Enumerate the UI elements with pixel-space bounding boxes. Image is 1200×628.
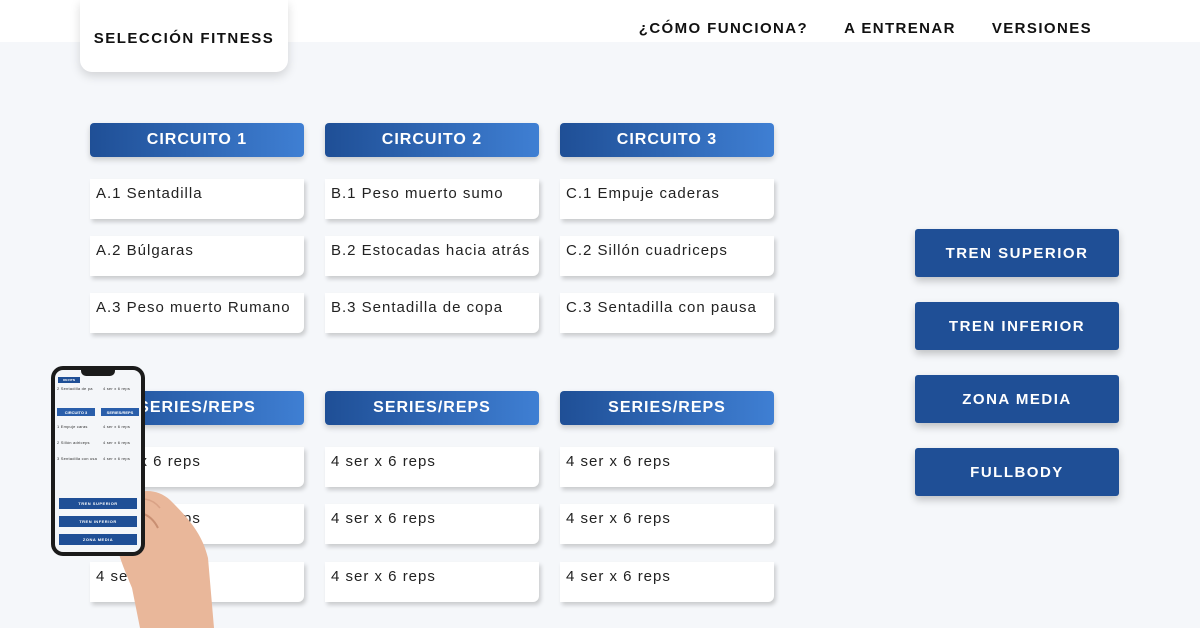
mini-text: 4 ser x 6 reps bbox=[103, 440, 131, 445]
mini-text: 1 Empuje caras bbox=[57, 424, 88, 429]
series-cell: 4 ser x 6 reps bbox=[325, 504, 539, 544]
brand-title: SELECCIÓN FITNESS bbox=[93, 29, 275, 47]
circuit-3-header: CIRCUITO 3 bbox=[560, 123, 774, 157]
mini-button: TREN INFERIOR bbox=[59, 516, 137, 527]
tren-superior-button[interactable]: TREN SUPERIOR bbox=[915, 229, 1119, 277]
brand-card[interactable]: SELECCIÓN FITNESS bbox=[80, 0, 288, 72]
exercise-cell: B.3 Sentadilla de copa bbox=[325, 293, 539, 333]
nav-link-como-funciona[interactable]: ¿CÓMO FUNCIONA? bbox=[639, 20, 808, 37]
mini-text: 2 Sentadilla de pa bbox=[57, 386, 93, 391]
exercise-cell: C.2 Sillón cuadriceps bbox=[560, 236, 774, 276]
mini-header: SERIES/REPS bbox=[101, 408, 139, 416]
mini-text: 2 Sillón adriceps bbox=[57, 440, 90, 445]
series-cell: 4 ser x 6 reps bbox=[560, 447, 774, 487]
mini-button: ZONA MEDIA bbox=[59, 534, 137, 545]
series-2-header: SERIES/REPS bbox=[325, 391, 539, 425]
phone-screen: DN FITN 2 Sentadilla de pa 4 ser x 6 rep… bbox=[55, 370, 141, 552]
circuit-2-header: CIRCUITO 2 bbox=[325, 123, 539, 157]
circuit-1-header: CIRCUITO 1 bbox=[90, 123, 304, 157]
series-cell: 4 ser x 6 reps bbox=[560, 562, 774, 602]
mini-text: 4 ser x 6 reps bbox=[103, 424, 131, 429]
exercise-cell: C.1 Empuje caderas bbox=[560, 179, 774, 219]
zona-media-button[interactable]: ZONA MEDIA bbox=[915, 375, 1119, 423]
exercise-cell: B.1 Peso muerto sumo bbox=[325, 179, 539, 219]
mini-header: CIRCUITO 3 bbox=[57, 408, 95, 416]
exercise-cell: B.2 Estocadas hacia atrás bbox=[325, 236, 539, 276]
series-3-header: SERIES/REPS bbox=[560, 391, 774, 425]
exercise-cell: C.3 Sentadilla con pausa bbox=[560, 293, 774, 333]
mini-brand: DN FITN bbox=[58, 377, 80, 383]
main-nav: ¿CÓMO FUNCIONA? A ENTRENAR VERSIONES bbox=[603, 20, 1092, 37]
tren-inferior-button[interactable]: TREN INFERIOR bbox=[915, 302, 1119, 350]
mini-text: 4 ser x 6 reps bbox=[103, 386, 131, 391]
nav-link-a-entrenar[interactable]: A ENTRENAR bbox=[844, 20, 956, 37]
fullbody-button[interactable]: FULLBODY bbox=[915, 448, 1119, 496]
series-cell: 4 ser x 6 reps bbox=[560, 504, 774, 544]
series-cell: 4 ser x 6 reps bbox=[325, 562, 539, 602]
mini-button: TREN SUPERIOR bbox=[59, 498, 137, 509]
nav-link-versiones[interactable]: VERSIONES bbox=[992, 20, 1092, 37]
phone-frame: DN FITN 2 Sentadilla de pa 4 ser x 6 rep… bbox=[51, 366, 145, 556]
exercise-cell: A.1 Sentadilla bbox=[90, 179, 304, 219]
mini-text: 3 Sentadilla con usa bbox=[57, 456, 98, 461]
mini-text: 4 ser x 6 reps bbox=[103, 456, 131, 461]
phone-mockup: DN FITN 2 Sentadilla de pa 4 ser x 6 rep… bbox=[0, 360, 240, 628]
exercise-cell: A.3 Peso muerto Rumano bbox=[90, 293, 304, 333]
phone-notch bbox=[81, 370, 115, 376]
series-cell: 4 ser x 6 reps bbox=[325, 447, 539, 487]
exercise-cell: A.2 Búlgaras bbox=[90, 236, 304, 276]
